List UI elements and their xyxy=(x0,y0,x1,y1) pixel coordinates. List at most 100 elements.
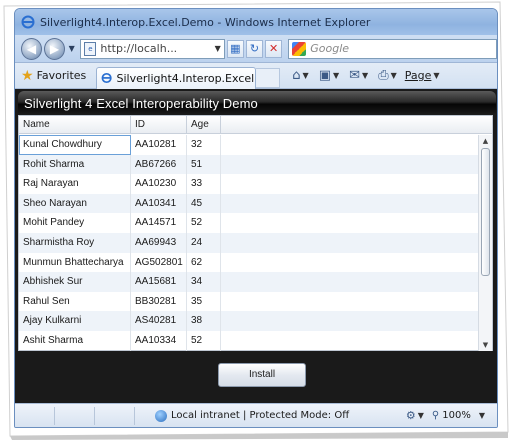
recent-pages-dropdown[interactable]: ▼ xyxy=(67,44,76,53)
home-dropdown-icon[interactable]: ▼ xyxy=(303,71,309,80)
mail-dropdown-icon[interactable]: ▼ xyxy=(362,71,368,80)
cell-age[interactable]: 24 xyxy=(187,232,221,253)
cell-id[interactable]: AS40281 xyxy=(131,311,187,331)
star-icon: ★ xyxy=(21,67,34,84)
cell-filler xyxy=(221,194,479,214)
cell-name[interactable]: Mohit Pandey xyxy=(19,213,131,233)
column-header-name[interactable]: Name xyxy=(19,116,131,133)
protected-mode-icon[interactable]: ⚙ xyxy=(406,409,416,422)
cell-id[interactable]: AA10230 xyxy=(131,174,187,194)
new-tab-button[interactable] xyxy=(256,67,281,88)
cell-age[interactable]: 52 xyxy=(187,213,221,233)
scroll-down-icon[interactable]: ▼ xyxy=(479,339,492,351)
compatibility-icon: ▦ xyxy=(230,42,241,55)
cell-id[interactable]: AA69943 xyxy=(131,232,187,253)
table-row[interactable]: Raj Narayan AA10230 33 xyxy=(19,174,479,194)
table-row[interactable]: Rahul Sen BB30281 35 xyxy=(19,291,479,312)
cell-age[interactable]: 51 xyxy=(187,154,221,175)
search-box[interactable]: Google xyxy=(288,38,497,59)
scroll-up-icon[interactable]: ▲ xyxy=(479,135,492,147)
cell-name[interactable]: Sheo Narayan xyxy=(19,193,131,214)
zoom-dropdown-icon[interactable]: ▼ xyxy=(479,411,485,420)
table-row[interactable]: Abhishek Sur AA15681 34 xyxy=(19,272,479,292)
zoom-level[interactable]: 100% xyxy=(442,410,471,421)
mail-icon[interactable]: ✉ xyxy=(349,68,360,83)
cell-id[interactable]: AG502801 xyxy=(131,252,187,273)
table-row[interactable]: Sheo Narayan AA10341 45 xyxy=(19,193,479,214)
cell-id[interactable]: AA10281 xyxy=(131,135,187,155)
globe-icon xyxy=(155,409,167,422)
scroll-thumb[interactable] xyxy=(481,148,490,276)
cell-filler xyxy=(221,272,479,292)
home-icon[interactable]: ⌂ xyxy=(292,68,300,83)
favorites-button[interactable]: ★ Favorites xyxy=(21,68,86,84)
protected-mode-dropdown-icon[interactable]: ▼ xyxy=(418,411,424,420)
back-button[interactable]: ◀ xyxy=(21,37,42,60)
title-bar: Silverlight4.Interop.Excel.Demo - Window… xyxy=(15,9,497,35)
cell-name[interactable]: Sharmistha Roy xyxy=(19,232,131,253)
table-row[interactable]: Ashit Sharma AA10334 52 xyxy=(19,330,479,351)
table-row[interactable]: Ajay Kulkarni AS40281 38 xyxy=(19,311,479,331)
app-header: Silverlight 4 Excel Interoperability Dem… xyxy=(18,91,496,115)
cell-filler xyxy=(221,174,479,194)
address-dropdown-icon[interactable]: ▼ xyxy=(212,44,224,53)
column-header-id[interactable]: ID xyxy=(131,116,187,133)
cell-age[interactable]: 34 xyxy=(187,272,221,292)
back-arrow-icon: ◀ xyxy=(26,41,37,56)
stop-button[interactable]: ✕ xyxy=(265,39,283,58)
cell-name[interactable]: Rohit Sharma xyxy=(19,154,131,175)
forward-button[interactable]: ▶ xyxy=(43,37,65,60)
table-row[interactable]: Kunal Chowdhury AA10281 32 xyxy=(19,135,479,155)
table-row[interactable]: Munmun Bhattecharya AG502801 62 xyxy=(19,252,479,273)
cell-name[interactable]: Abhishek Sur xyxy=(19,272,131,292)
silverlight-content: Silverlight 4 Excel Interoperability Dem… xyxy=(15,89,497,405)
grid-rows: Kunal Chowdhury AA10281 32 Rohit Sharma AB67… xyxy=(19,135,479,351)
refresh-icon: ↻ xyxy=(249,42,260,55)
cell-age[interactable]: 52 xyxy=(187,330,221,351)
favorites-label: Favorites xyxy=(36,69,87,82)
grid-header: Name ID Age xyxy=(19,116,492,134)
address-bar[interactable]: e http://localh... ▼ xyxy=(80,38,225,59)
cell-id[interactable]: BB30281 xyxy=(131,291,187,312)
cell-age[interactable]: 33 xyxy=(187,174,221,194)
table-row[interactable]: Sharmistha Roy AA69943 24 xyxy=(19,232,479,253)
cell-age[interactable]: 38 xyxy=(187,311,221,331)
cell-name[interactable]: Ajay Kulkarni xyxy=(19,311,131,331)
cell-filler xyxy=(221,253,479,273)
zoom-icon[interactable]: ⚲ xyxy=(432,410,439,421)
print-icon[interactable]: ⎙ xyxy=(378,68,388,83)
cell-id[interactable]: AB67266 xyxy=(131,154,187,175)
cell-name[interactable]: Munmun Bhattecharya xyxy=(19,252,131,273)
cell-age[interactable]: 35 xyxy=(187,291,221,312)
cell-age[interactable]: 32 xyxy=(187,135,221,155)
page-icon: e xyxy=(84,41,97,56)
table-row[interactable]: Rohit Sharma AB67266 51 xyxy=(19,154,479,175)
cell-id[interactable]: AA10334 xyxy=(131,330,187,351)
tab-row: ★ Favorites Silverlight4.Interop.Excel..… xyxy=(15,63,497,89)
print-dropdown-icon[interactable]: ▼ xyxy=(391,71,397,80)
feeds-dropdown-icon[interactable]: ▼ xyxy=(333,71,339,80)
page-menu-dropdown-icon[interactable]: ▼ xyxy=(433,71,439,80)
internet-explorer-icon xyxy=(21,15,35,29)
install-button[interactable]: Install xyxy=(218,363,306,387)
cell-age[interactable]: 62 xyxy=(187,252,221,273)
vertical-scrollbar[interactable]: ▲ ▼ xyxy=(478,135,492,351)
cell-age[interactable]: 45 xyxy=(187,193,221,214)
status-segment xyxy=(95,406,135,425)
refresh-button[interactable]: ↻ xyxy=(245,39,264,58)
cell-id[interactable]: AA14571 xyxy=(131,213,187,233)
page-menu[interactable]: Page xyxy=(405,69,432,82)
data-grid[interactable]: Name ID Age Kunal Chowdhury AA10281 32 Rohi… xyxy=(18,115,493,351)
cell-id[interactable]: AA15681 xyxy=(131,272,187,292)
security-zone[interactable]: Local intranet | Protected Mode: Off xyxy=(155,409,349,422)
cell-id[interactable]: AA10341 xyxy=(131,193,187,214)
cell-name[interactable]: Kunal Chowdhury xyxy=(19,135,131,155)
cell-name[interactable]: Raj Narayan xyxy=(19,174,131,194)
tab-active[interactable]: Silverlight4.Interop.Excel... xyxy=(96,66,257,89)
cell-name[interactable]: Rahul Sen xyxy=(19,291,131,312)
column-header-age[interactable]: Age xyxy=(187,116,221,133)
feeds-icon[interactable]: ▣ xyxy=(319,68,331,83)
cell-name[interactable]: Ashit Sharma xyxy=(19,330,131,351)
table-row[interactable]: Mohit Pandey AA14571 52 xyxy=(19,213,479,233)
compatibility-button[interactable]: ▦ xyxy=(226,39,244,58)
